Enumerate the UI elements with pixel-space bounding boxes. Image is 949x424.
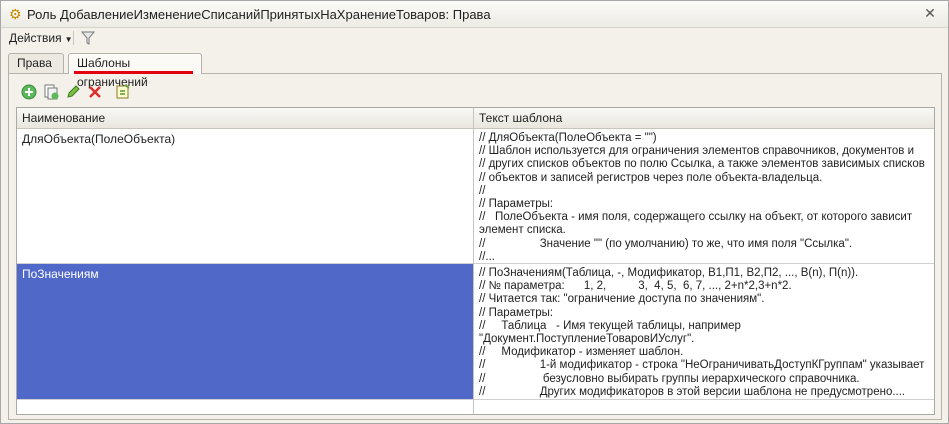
title-bar: ⚙ Роль ДобавлениеИзменениеСписанийПринят… — [1, 1, 948, 28]
actions-label: Действия — [9, 31, 62, 45]
close-icon[interactable]: ✕ — [922, 5, 938, 21]
table-row-selected[interactable]: ПоЗначениям // ПоЗначениям(Таблица, -, М… — [17, 264, 934, 400]
copy-icon[interactable] — [42, 83, 60, 101]
table-header: Наименование Текст шаблона — [17, 108, 934, 129]
add-icon[interactable] — [20, 83, 38, 101]
cell-name: ПоЗначениям — [17, 264, 473, 399]
chevron-down-icon: ▼ — [64, 35, 73, 44]
column-header-template-text[interactable]: Текст шаблона — [479, 111, 562, 125]
table-row[interactable]: ДляОбъекта(ПолеОбъекта) // ДляОбъекта(По… — [17, 129, 934, 264]
filter-icon[interactable] — [79, 29, 97, 47]
column-divider[interactable] — [473, 108, 474, 414]
cell-name: ДляОбъекта(ПолеОбъекта) — [22, 132, 176, 146]
toolbar-separator — [73, 31, 74, 45]
tab-label: Права — [17, 56, 52, 70]
tab-rights[interactable]: Права — [8, 53, 64, 73]
export-icon[interactable] — [114, 83, 132, 101]
app-icon: ⚙ — [9, 6, 22, 22]
delete-icon[interactable] — [86, 83, 104, 101]
edit-icon[interactable] — [64, 83, 82, 101]
actions-menu-button[interactable]: Действия ▼ — [9, 31, 73, 45]
templates-table: Наименование Текст шаблона ДляОбъекта(По… — [16, 107, 935, 415]
column-header-name[interactable]: Наименование — [22, 111, 105, 125]
window-title: Роль ДобавлениеИзменениеСписанийПринятых… — [27, 7, 491, 22]
cell-template-text: // ПоЗначениям(Таблица, -, Модификатор, … — [479, 267, 925, 398]
toolbar: Действия ▼ — [1, 28, 948, 48]
active-tab-underline — [74, 71, 193, 74]
cell-template-text: // ДляОбъекта(ПолеОбъекта = "") // Шабло… — [479, 132, 925, 263]
